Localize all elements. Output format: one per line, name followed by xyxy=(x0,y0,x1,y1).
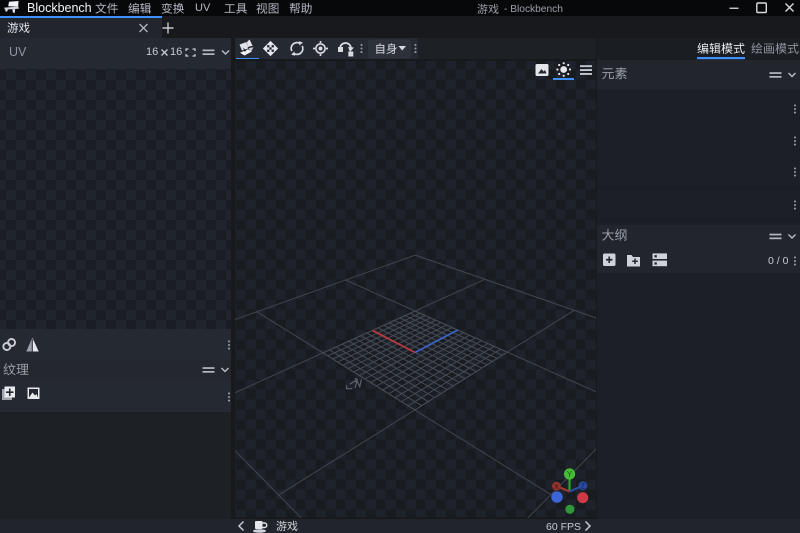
svg-text:Y: Y xyxy=(567,470,573,479)
svg-text:X: X xyxy=(554,484,559,491)
svg-text:Z: Z xyxy=(581,483,586,490)
